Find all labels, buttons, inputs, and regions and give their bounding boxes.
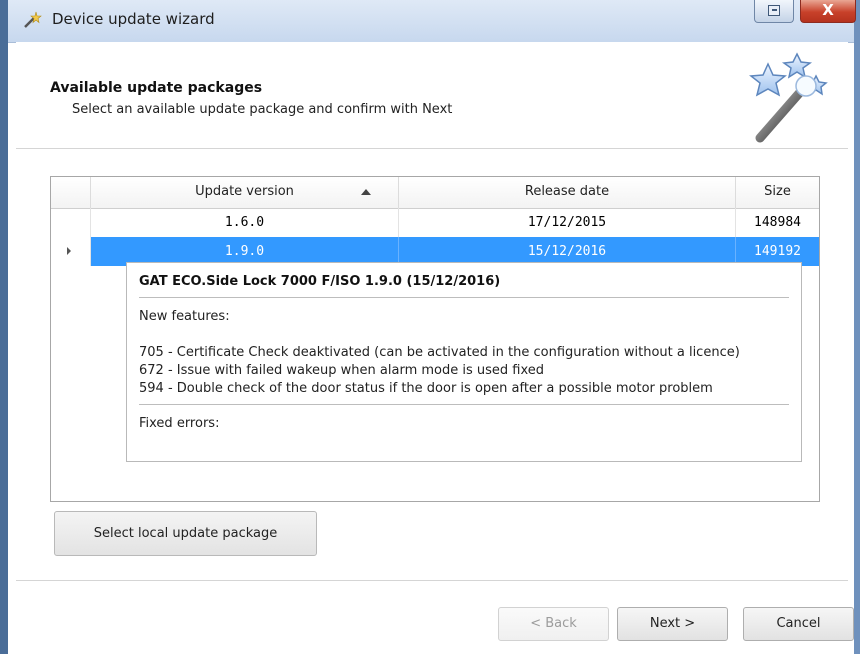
column-size[interactable]: Size bbox=[736, 177, 819, 208]
row-indicator bbox=[51, 237, 91, 266]
magic-wand-stars-icon bbox=[749, 52, 828, 143]
magic-wand-icon bbox=[24, 11, 42, 28]
close-icon: X bbox=[822, 1, 834, 19]
feature-item: 672 - Issue with failed wakeup when alar… bbox=[139, 363, 545, 378]
divider bbox=[139, 404, 789, 405]
back-button[interactable]: < Back bbox=[498, 607, 609, 641]
next-button[interactable]: Next > bbox=[617, 607, 728, 641]
title-bar[interactable]: Device update wizard X bbox=[8, 0, 856, 43]
table-row[interactable]: 1.6.0 17/12/2015 148984 bbox=[51, 208, 819, 237]
page-title: Available update packages bbox=[50, 80, 263, 96]
window-title: Device update wizard bbox=[52, 10, 215, 28]
wizard-footer: < Back Next > Cancel bbox=[16, 580, 854, 655]
cell-size[interactable]: 148984 bbox=[736, 208, 819, 237]
column-label: Update version bbox=[195, 184, 294, 199]
cancel-button[interactable]: Cancel bbox=[743, 607, 854, 641]
fixed-errors-label: Fixed errors: bbox=[139, 416, 220, 431]
row-indicator bbox=[51, 208, 91, 237]
new-features-label: New features: bbox=[139, 309, 230, 324]
cell-release-date[interactable]: 17/12/2015 bbox=[399, 208, 736, 237]
feature-item: 594 - Double check of the door status if… bbox=[139, 381, 713, 396]
update-packages-grid: Update version Release date Size 1.6.0 1… bbox=[50, 176, 820, 502]
page-subtitle: Select an available update package and c… bbox=[72, 102, 453, 117]
restore-icon bbox=[768, 5, 780, 16]
wizard-header: Available update packages Select an avai… bbox=[16, 42, 848, 149]
row-header-column bbox=[51, 177, 91, 208]
restore-button[interactable] bbox=[754, 0, 794, 23]
grid-header: Update version Release date Size bbox=[51, 177, 819, 209]
feature-item: 705 - Certificate Check deaktivated (can… bbox=[139, 345, 740, 360]
package-title: GAT ECO.Side Lock 7000 F/ISO 1.9.0 (15/1… bbox=[139, 274, 501, 289]
column-release-date[interactable]: Release date bbox=[399, 177, 736, 208]
close-button[interactable]: X bbox=[800, 0, 856, 23]
package-details-panel: GAT ECO.Side Lock 7000 F/ISO 1.9.0 (15/1… bbox=[126, 262, 802, 462]
current-row-arrow-icon bbox=[67, 247, 71, 255]
column-label: Size bbox=[764, 184, 791, 199]
column-label: Release date bbox=[524, 184, 610, 199]
sort-ascending-icon bbox=[361, 189, 371, 195]
divider bbox=[139, 297, 789, 298]
wizard-window: Device update wizard X Available update … bbox=[0, 0, 860, 655]
cell-version[interactable]: 1.6.0 bbox=[91, 208, 399, 237]
column-update-version[interactable]: Update version bbox=[91, 177, 399, 208]
select-local-package-button[interactable]: Select local update package bbox=[54, 511, 317, 556]
